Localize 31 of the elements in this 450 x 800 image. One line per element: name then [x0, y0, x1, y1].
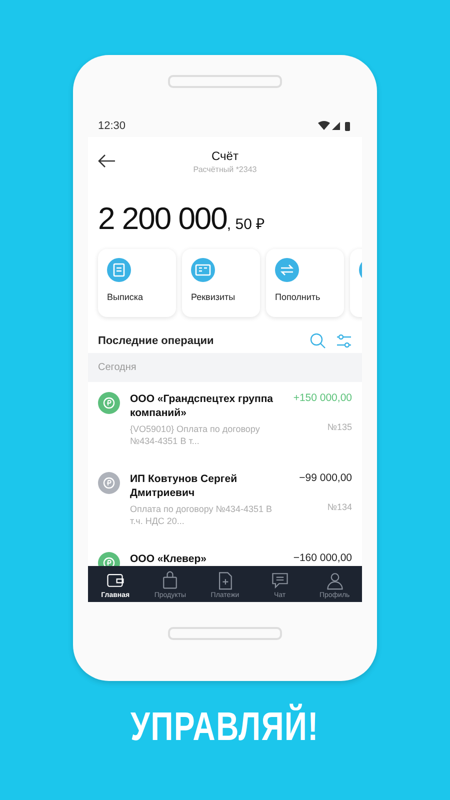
account-subtitle: Расчётный *2343 [193, 164, 257, 174]
balance-fraction: , 50 ₽ [226, 216, 266, 233]
document-number: №135 [327, 422, 352, 432]
transfer-icon [275, 258, 299, 282]
status-icons [318, 121, 352, 131]
action-card[interactable]: Пополнить [266, 249, 344, 317]
operation-row[interactable]: ООО «Клевер» −160 000,00 [88, 542, 362, 566]
section-title: Последние операции [98, 335, 214, 347]
counterparty-name: ООО «Клевер» [130, 552, 208, 566]
operation-amount: −99 000,00 [299, 472, 352, 484]
statement-icon [107, 258, 131, 282]
action-card[interactable]: Реквизиты [182, 249, 260, 317]
operation-amount: +150 000,00 [293, 392, 352, 404]
payment-description: Оплата по договору №434-4351 В т.ч. НДС 20... [130, 503, 273, 527]
filter-icon[interactable] [336, 333, 352, 349]
payment-description: {VO59010} Оплата по договору №434-4351 В т... [130, 423, 261, 447]
back-arrow-icon[interactable] [98, 154, 116, 168]
counterparty-name: ООО «Грандспецтех группа компаний» [130, 392, 274, 420]
operation-amount: −160 000,00 [293, 552, 352, 564]
date-group-header: Сегодня [88, 353, 362, 382]
screen-title: Счёт [212, 148, 238, 162]
operation-row[interactable]: ИП Ковтунов Сергей Дмитриевич Оплата по договору №434-4351 В т.ч. НДС 20... −99 000,00 №134 [88, 462, 362, 542]
slogan: УПРАВЛЯЙ! [130, 705, 320, 750]
operation-row[interactable]: ООО «Грандспецтех группа компаний» {VO59010} Оплата по договору №434-4351 В т... +150 000,00 №135 [88, 382, 362, 462]
action-card[interactable]: Выписка [98, 249, 176, 317]
document-number: №134 [327, 502, 352, 512]
status-time: 12:30 [98, 120, 126, 132]
search-icon[interactable] [310, 333, 326, 349]
counterparty-name: ИП Ковтунов Сергей Дмитриевич [130, 472, 238, 500]
balance-amount: 2 200 000 [98, 201, 227, 237]
details-icon [191, 258, 215, 282]
